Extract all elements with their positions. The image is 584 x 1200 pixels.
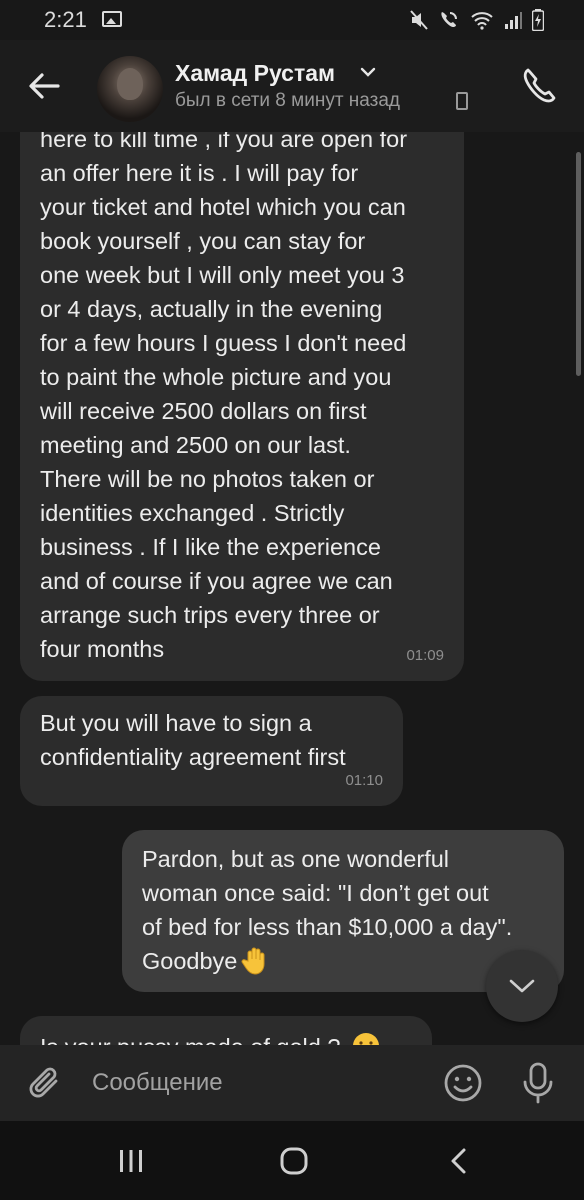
recent-apps-icon[interactable] <box>116 1147 146 1175</box>
message-text: here to kill time , if you are open for … <box>40 132 408 662</box>
message-text: But you will have to sign a confidential… <box>40 710 346 770</box>
contact-name[interactable]: Хамад Рустам <box>175 60 335 87</box>
status-icons <box>410 9 544 31</box>
mute-icon <box>410 10 428 30</box>
battery-icon <box>532 9 544 31</box>
message-time: 01:10 <box>345 772 383 789</box>
scrollbar[interactable] <box>576 152 581 376</box>
message-text: Pardon, but as one wonderful woman once … <box>142 846 513 974</box>
message-time: 01:09 <box>406 647 444 664</box>
chevron-down-icon <box>509 979 535 993</box>
emoji-icon[interactable] <box>443 1063 483 1103</box>
wifi-icon <box>471 12 493 30</box>
scroll-to-bottom-button[interactable] <box>486 950 558 1022</box>
back-arrow-icon[interactable] <box>22 66 66 106</box>
message-bubble-incoming[interactable]: But you will have to sign a confidential… <box>20 696 403 806</box>
avatar[interactable] <box>97 56 163 122</box>
status-time: 2:21 <box>44 7 87 32</box>
grinning-sweat-icon <box>353 1033 379 1045</box>
last-seen-status: был в сети 8 минут назад <box>175 90 401 111</box>
gallery-icon <box>102 11 122 27</box>
wifi-call-icon <box>441 12 457 27</box>
microphone-icon[interactable] <box>518 1061 558 1105</box>
home-icon[interactable] <box>279 1146 309 1176</box>
message-input[interactable] <box>92 1063 412 1103</box>
paperclip-icon[interactable] <box>26 1063 66 1103</box>
mobile-icon <box>456 92 468 110</box>
message-text: Is your pussy made of gold ? <box>40 1034 340 1045</box>
message-bubble-incoming[interactable]: Is your pussy made of gold ? <box>20 1016 432 1045</box>
chat-header: Хамад Рустам был в сети 8 минут назад <box>0 40 584 132</box>
compose-bar <box>0 1045 584 1121</box>
status-bar: 2:21 <box>0 0 584 40</box>
message-list[interactable]: here to kill time , if you are open for … <box>0 132 584 1045</box>
signal-icon <box>505 12 522 29</box>
chevron-down-icon[interactable] <box>360 66 376 78</box>
back-icon[interactable] <box>444 1145 474 1177</box>
message-bubble-incoming[interactable]: here to kill time , if you are open for … <box>20 132 464 681</box>
phone-icon[interactable] <box>518 64 562 108</box>
raised-hand-icon <box>241 947 265 975</box>
system-nav-bar <box>0 1121 584 1200</box>
